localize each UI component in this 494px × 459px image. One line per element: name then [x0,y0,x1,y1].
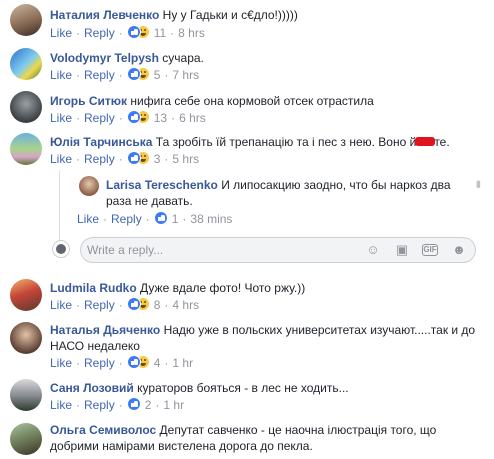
avatar[interactable] [10,4,42,36]
reaction-count[interactable]: 1 [172,212,179,226]
like-reaction-icon [153,211,168,225]
reply-button[interactable]: Reply [84,356,115,370]
avatar[interactable] [10,322,42,354]
timestamp[interactable]: 1 hr [163,398,184,412]
like-button[interactable]: Like [50,356,72,370]
comment-author[interactable]: Игорь Ситюк [50,94,127,108]
comment-author[interactable]: Larisa Tereschenko [106,178,218,192]
like-button[interactable]: Like [50,111,72,125]
avatar-image [56,244,66,254]
avatar[interactable] [10,133,42,165]
more-options-icon[interactable]: ••• [471,180,487,186]
comment-author[interactable]: Ludmila Rudko [50,281,137,295]
like-reaction-icon [126,355,141,369]
reactions[interactable] [126,67,151,81]
avatar[interactable] [10,423,42,455]
reactions[interactable] [126,151,151,165]
like-button[interactable]: Like [50,398,72,412]
comment-author[interactable]: Volodymyr Telpysh [50,51,159,65]
emoji-icon[interactable]: ☺ [364,242,382,258]
like-reaction-icon [126,397,141,411]
comment-text: Ну у Гадьки и с€дло!))))) [162,8,298,22]
reaction-count[interactable]: 11 [154,26,166,40]
reactions[interactable] [126,397,142,411]
reply-button[interactable]: Reply [84,398,115,412]
comment-text: сучара. [162,51,204,65]
reactions[interactable] [126,355,151,369]
like-button[interactable]: Like [50,152,72,166]
like-button[interactable]: Like [77,212,99,226]
timestamp[interactable]: 5 hrs [172,152,199,166]
comment-text: Та зробіть їй трепанацію та і пес з нею.… [155,135,417,149]
comment-author[interactable]: Наталия Левченко [50,8,159,22]
reaction-count[interactable]: 2 [145,398,152,412]
sticker-icon[interactable]: ☻ [450,242,468,258]
reply-button[interactable]: Reply [84,298,115,312]
reactions[interactable] [126,25,151,39]
gif-icon[interactable]: GIF [422,244,438,256]
timestamp[interactable]: 4 hrs [172,298,199,312]
reply-box: ☺ ▣ GIF ☻ [80,237,476,263]
comment-author[interactable]: Ольга Семиволос [50,423,156,437]
like-button[interactable]: Like [50,298,72,312]
reaction-count[interactable]: 13 [154,111,167,125]
avatar[interactable] [10,48,42,80]
reply-button[interactable]: Reply [84,152,115,166]
like-button[interactable]: Like [50,26,72,40]
reaction-count[interactable]: 3 [154,152,161,166]
reactions[interactable] [126,110,151,124]
avatar[interactable] [10,379,42,411]
timestamp[interactable]: 7 hrs [172,68,199,82]
comment-text: кураторов бояться - в лес не ходить... [137,381,349,395]
reply-button[interactable]: Reply [84,68,115,82]
timestamp[interactable]: 6 hrs [179,111,206,125]
reactions[interactable] [153,211,169,225]
comment-author[interactable]: Саня Лозовий [50,381,134,395]
comment-author[interactable]: Юлія Тарчинська [50,135,152,149]
avatar[interactable] [79,176,99,196]
comment-text-end: те. [434,135,450,149]
reaction-count[interactable]: 4 [154,356,161,370]
comment-author[interactable]: Наталья Дьяченко [50,323,160,337]
reply-input[interactable] [87,240,347,260]
my-avatar [52,240,70,258]
timestamp[interactable]: 8 hrs [178,26,205,40]
reactions[interactable] [126,297,151,311]
like-reaction-icon [126,110,141,124]
reply-button[interactable]: Reply [84,111,115,125]
timestamp[interactable]: 1 hr [172,356,193,370]
reaction-count[interactable]: 8 [154,298,161,312]
like-reaction-icon [126,151,141,165]
comment-text: Дуже вдале фото! Чото ржу.)) [140,281,306,295]
comment-text: нифига себе она кормовой отсек отрастила [130,94,374,108]
like-button[interactable]: Like [50,68,72,82]
like-reaction-icon [126,67,141,81]
redaction-mark [415,137,436,146]
reply-button[interactable]: Reply [111,212,142,226]
avatar[interactable] [10,279,42,311]
reaction-count[interactable]: 5 [154,68,161,82]
camera-icon[interactable]: ▣ [393,242,411,258]
reply-button[interactable]: Reply [84,26,115,40]
like-reaction-icon [126,25,141,39]
timestamp[interactable]: 38 mins [190,212,232,226]
like-reaction-icon [126,297,141,311]
avatar[interactable] [10,91,42,123]
